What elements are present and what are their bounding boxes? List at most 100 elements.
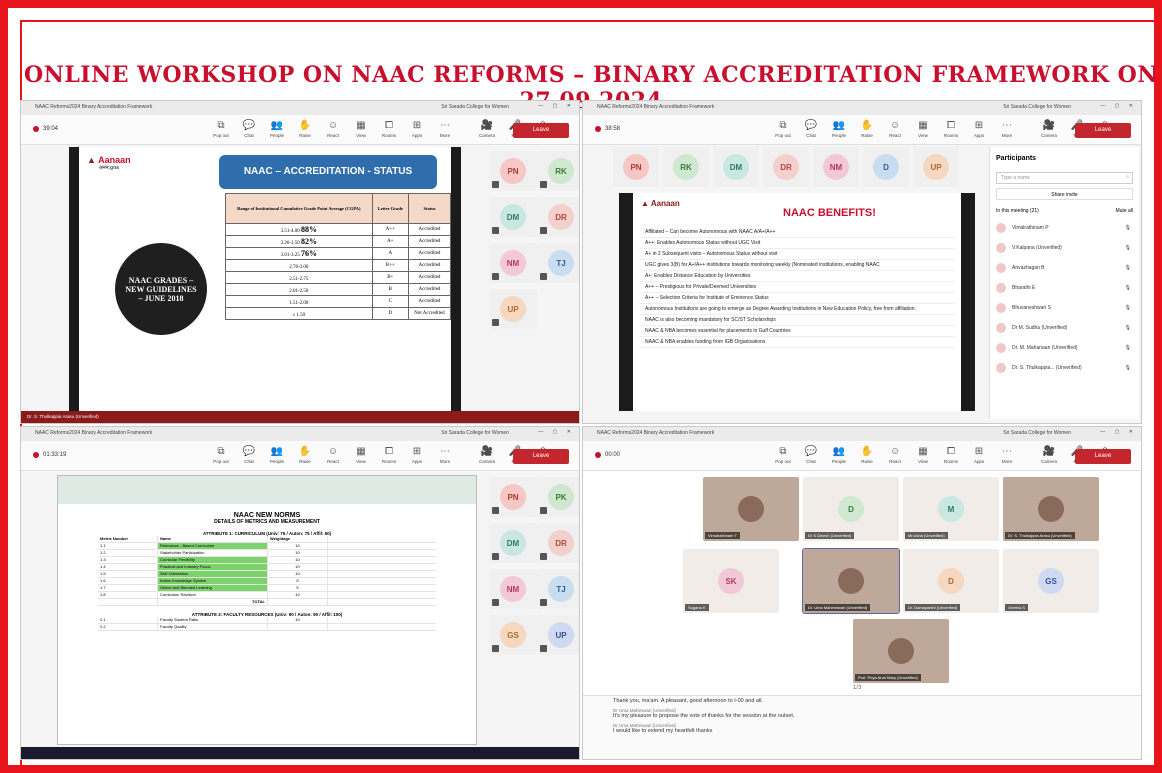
participant-tile[interactable]: DM [713, 147, 759, 187]
participant-name-tag: Sugana K [685, 604, 709, 611]
avatar: GS [500, 622, 526, 648]
window-controls[interactable]: — ▢ ✕ [1100, 103, 1137, 109]
toolbar-more-button[interactable]: ⋯ More [435, 445, 455, 464]
leave-button[interactable]: Leave [1075, 123, 1131, 138]
sheet-total-row: TOTAL [98, 599, 436, 606]
toolbar-more-button[interactable]: ⋯ More [997, 119, 1017, 138]
toolbar-rooms-button[interactable]: ⧠ Rooms [379, 119, 399, 138]
toolbar-react-button[interactable]: ☺ React [323, 445, 343, 464]
participant-tile[interactable]: UP [537, 615, 579, 655]
toolbar-apps-button[interactable]: ⊞ Apps [969, 445, 989, 464]
toolbar-people-button[interactable]: 👥 People [829, 119, 849, 138]
participant-list-item[interactable]: Vimalrathinam P 🎙 [990, 218, 1139, 238]
toolbar-pop-out-button[interactable]: ⧉ Pop out [211, 119, 231, 138]
accreditation-table-wrap: Range of Institutional Cumulative Grade … [225, 193, 452, 320]
window-controls[interactable]: — ▢ ✕ [1100, 429, 1137, 435]
participant-tile[interactable]: NM [813, 147, 859, 187]
toolbar-raise-button[interactable]: ✋ Raise [857, 119, 877, 138]
toolbar-people-button[interactable]: 👥 People [829, 445, 849, 464]
benefit-item: Affiliated – Can become Autonomous with … [639, 227, 955, 238]
participant-tile[interactable]: TJ [537, 243, 579, 283]
participant-tile[interactable]: D [863, 147, 909, 187]
toolbar-pop-out-button[interactable]: ⧉ Pop out [773, 445, 793, 464]
participant-tile[interactable]: DM [489, 523, 537, 563]
participant-list-item[interactable]: V.Kalpana (Unverified) 🎙 [990, 238, 1139, 258]
video-tile[interactable]: D Dr. Damayanthi (Unverified) [903, 549, 999, 613]
toolbar-camera-button[interactable]: 🎥 Camera [477, 445, 497, 464]
participant-search[interactable]: Type a name ⌕ [996, 172, 1133, 184]
window-controls[interactable]: — ▢ ✕ [538, 103, 575, 109]
video-tile[interactable]: Vimalrathinam T [703, 477, 799, 541]
toolbar-apps-button[interactable]: ⊞ Apps [969, 119, 989, 138]
mute-all-button[interactable]: Mute all [1115, 208, 1133, 214]
participant-list-item[interactable]: Bhuvaneshwari S 🎙 [990, 298, 1139, 318]
toolbar-chat-button[interactable]: 💬 Chat [239, 119, 259, 138]
leave-button[interactable]: Leave [513, 123, 569, 138]
participant-tile[interactable]: NM [489, 243, 537, 283]
participant-tile[interactable]: TJ [537, 569, 579, 609]
participant-tile[interactable]: PN [489, 477, 537, 517]
participant-tile[interactable]: DM [489, 197, 537, 237]
participant-tile[interactable]: RK [663, 147, 709, 187]
video-tile[interactable]: SK Sugana K [683, 549, 779, 613]
video-tile[interactable]: Prof. Priya Arun Mary (Unverified) [853, 619, 949, 683]
toolbar-react-button[interactable]: ☺ React [885, 119, 905, 138]
toolbar-camera-button[interactable]: 🎥 Camera [1039, 119, 1059, 138]
video-tile[interactable]: Dr. S. Thulkappia Arasu (Unverified) [1003, 477, 1099, 541]
participant-tile[interactable]: DR [763, 147, 809, 187]
participant-tile[interactable]: PN [613, 147, 659, 187]
leave-button[interactable]: Leave [1075, 449, 1131, 464]
participant-tile[interactable]: UP [489, 289, 537, 329]
toolbar-raise-button[interactable]: ✋ Raise [295, 445, 315, 464]
video-tile[interactable]: D Dr S Dinesh (Unverified) [803, 477, 899, 541]
toolbar-view-button[interactable]: ▦ View [351, 445, 371, 464]
toolbar-apps-button[interactable]: ⊞ Apps [407, 445, 427, 464]
participant-list-item[interactable]: Arivazhagan B 🎙 [990, 258, 1139, 278]
toolbar-react-button[interactable]: ☺ React [323, 119, 343, 138]
toolbar-view-button[interactable]: ▦ View [913, 119, 933, 138]
participant-tile[interactable]: PN [489, 151, 537, 191]
toolbar-pop-out-button[interactable]: ⧉ Pop out [773, 119, 793, 138]
toolbar-rooms-button[interactable]: ⧠ Rooms [941, 119, 961, 138]
leave-button[interactable]: Leave [513, 449, 569, 464]
toolbar-raise-button[interactable]: ✋ Raise [857, 445, 877, 464]
participant-tile[interactable]: GS [489, 615, 537, 655]
toolbar-camera-button[interactable]: 🎥 Camera [1039, 445, 1059, 464]
toolbar-camera-button[interactable]: 🎥 Camera [477, 119, 497, 138]
toolbar-apps-button[interactable]: ⊞ Apps [407, 119, 427, 138]
toolbar-more-button[interactable]: ⋯ More [997, 445, 1017, 464]
participant-list-item[interactable]: Bharathi E 🎙 [990, 278, 1139, 298]
toolbar-chat-button[interactable]: 💬 Chat [801, 119, 821, 138]
participant-tile[interactable]: PK [537, 477, 579, 517]
toolbar-label: Rooms [381, 459, 397, 464]
participant-tile[interactable]: RK [537, 151, 579, 191]
video-tile[interactable]: GS Geetha S [1003, 549, 1099, 613]
participant-tile[interactable]: DR [537, 523, 579, 563]
video-tile[interactable]: M Mr.Usha (Unverified) [903, 477, 999, 541]
page-indicator[interactable]: 1/3 [853, 685, 861, 691]
toolbar-more-button[interactable]: ⋯ More [435, 119, 455, 138]
toolbar-pop-out-button[interactable]: ⧉ Pop out [211, 445, 231, 464]
participant-tile[interactable]: DR [537, 197, 579, 237]
toolbar-rooms-button[interactable]: ⧠ Rooms [941, 445, 961, 464]
toolbar-people-button[interactable]: 👥 People [267, 119, 287, 138]
video-tile[interactable]: Dr. Uma Maheshwari (Unverified) [802, 548, 900, 614]
toolbar-label: React [327, 459, 339, 464]
toolbar-react-button[interactable]: ☺ React [885, 445, 905, 464]
toolbar-view-button[interactable]: ▦ View [913, 445, 933, 464]
toolbar-people-button[interactable]: 👥 People [267, 445, 287, 464]
participant-tile[interactable]: NM [489, 569, 537, 609]
more-icon: ⋯ [1002, 120, 1012, 131]
toolbar-chat-button[interactable]: 💬 Chat [239, 445, 259, 464]
participant-list-item[interactable]: Dr M. Sudha (Unverified) 🎙 [990, 318, 1139, 338]
participant-list-item[interactable]: Dr. M. Mahanaan (Unverified) 🎙 [990, 338, 1139, 358]
share-invite-button[interactable]: Share invite [996, 188, 1133, 200]
toolbar-rooms-button[interactable]: ⧠ Rooms [379, 445, 399, 464]
window-controls[interactable]: — ▢ ✕ [538, 429, 575, 435]
toolbar-raise-button[interactable]: ✋ Raise [295, 119, 315, 138]
toolbar-chat-button[interactable]: 💬 Chat [801, 445, 821, 464]
toolbar-view-button[interactable]: ▦ View [351, 119, 371, 138]
participant-list-item[interactable]: Dr. S. Thulkappia... (Unverified) 🎙 [990, 358, 1139, 378]
participant-tile[interactable]: UP [913, 147, 959, 187]
toolbar-label: People [831, 133, 846, 138]
